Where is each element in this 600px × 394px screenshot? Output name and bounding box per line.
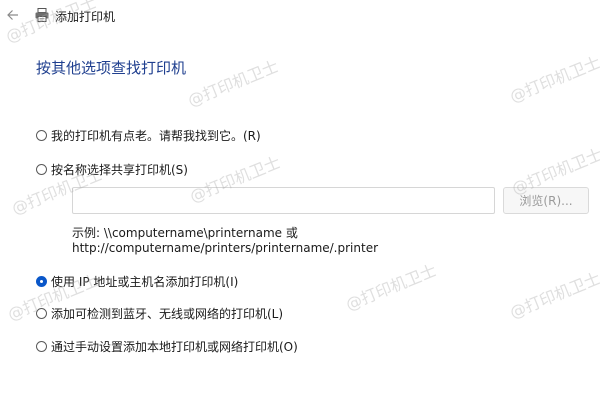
option-label: 按名称选择共享打印机(S) — [51, 162, 188, 177]
watermark: @打印机卫士 — [185, 56, 282, 111]
example-text-line1: 示例: \\computername\printername 或 — [72, 226, 298, 240]
page-title: 按其他选项查找打印机 — [36, 59, 187, 77]
option-label: 通过手动设置添加本地打印机或网络打印机(O) — [51, 339, 298, 354]
radio-shared-by-name[interactable] — [36, 163, 47, 175]
browse-button[interactable]: 浏览(R)... — [503, 187, 589, 214]
option-label: 使用 IP 地址或主机名添加打印机(I) — [51, 274, 239, 289]
radio-ip-or-hostname[interactable] — [36, 275, 47, 287]
option-old-printer[interactable]: 我的打印机有点老。请帮我找到它。(R) — [36, 126, 261, 144]
example-text-line2: http://computername/printers/printername… — [72, 241, 379, 255]
option-shared-by-name[interactable]: 按名称选择共享打印机(S) — [36, 160, 188, 178]
radio-old-printer[interactable] — [36, 129, 47, 141]
radio-bluetooth-wireless-network[interactable] — [36, 307, 47, 319]
printer-name-input[interactable] — [72, 187, 495, 214]
option-ip-or-hostname[interactable]: 使用 IP 地址或主机名添加打印机(I) — [36, 272, 238, 290]
printer-icon — [35, 8, 49, 22]
option-bluetooth-wireless-network[interactable]: 添加可检测到蓝牙、无线或网络的打印机(L) — [36, 304, 283, 322]
window-title: 添加打印机 — [55, 10, 116, 24]
radio-local-or-network-manual[interactable] — [36, 340, 47, 352]
back-arrow-icon — [7, 10, 18, 20]
option-label: 我的打印机有点老。请帮我找到它。(R) — [51, 128, 261, 143]
option-local-or-network-manual[interactable]: 通过手动设置添加本地打印机或网络打印机(O) — [36, 337, 298, 355]
watermark: @打印机卫士 — [507, 52, 600, 107]
title-bar: 添加打印机 — [0, 0, 600, 32]
option-label: 添加可检测到蓝牙、无线或网络的打印机(L) — [51, 306, 284, 321]
watermark: @打印机卫士 — [343, 260, 440, 315]
watermark: @打印机卫士 — [507, 268, 600, 323]
back-button[interactable] — [4, 6, 22, 24]
